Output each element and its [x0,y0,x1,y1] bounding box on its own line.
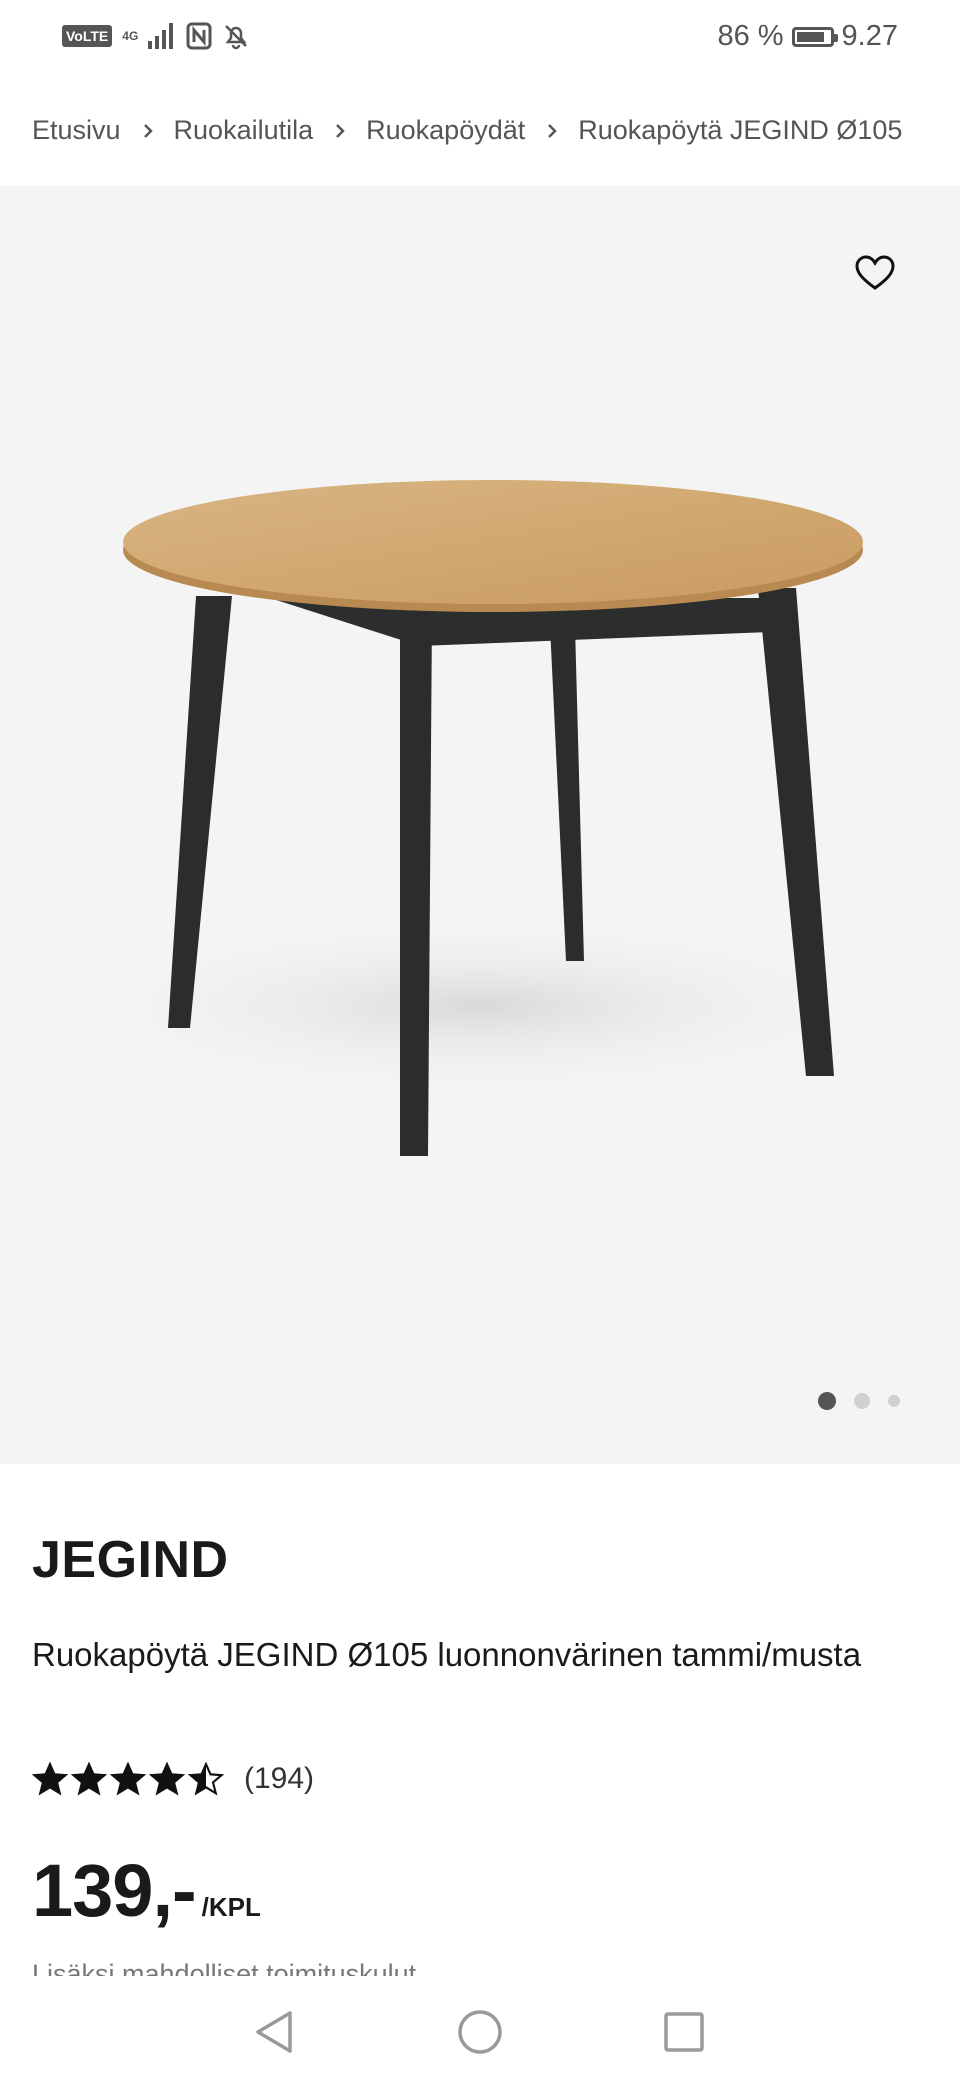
review-count: (194) [244,1762,315,1795]
star-filled-icon [71,1762,107,1796]
nav-recent-button[interactable] [656,2004,712,2060]
chevron-right-icon [142,122,154,140]
circle-home-icon [458,2010,502,2054]
network-type-label: 4G [122,29,139,43]
triangle-back-icon [256,2011,292,2053]
chevron-right-icon [546,122,558,140]
battery-percent: 86 % [717,20,784,52]
favorite-button[interactable] [850,248,900,298]
star-half-icon [188,1762,224,1796]
clock: 9.27 [841,20,898,52]
signal-icon [148,23,174,49]
gallery-dot[interactable] [888,1395,900,1407]
delivery-note: Lisäksi mahdolliset toimituskulut [32,1959,417,1976]
battery-icon [791,26,838,47]
gallery-pagination[interactable] [818,1392,900,1410]
mute-bell-icon [225,25,248,50]
breadcrumb-dining-area[interactable]: Ruokailutila [174,115,314,146]
status-left: VoLTE 4G [62,22,250,50]
heart-icon [855,255,895,290]
status-right: 86 % 9.27 [717,20,898,53]
status-bar: VoLTE 4G 86 % 9.27 [0,0,960,80]
rating-stars [32,1762,224,1796]
price-amount: 139,- [32,1849,197,1932]
system-nav-bar [0,1984,960,2080]
breadcrumb-home[interactable]: Etusivu [32,115,121,146]
product-name: Ruokapöytä JEGIND Ø105 luonnonvärinen ta… [32,1636,862,1673]
price-unit: /KPL [201,1892,261,1922]
chevron-right-icon [334,122,346,140]
gallery-dot[interactable] [854,1393,870,1409]
nfc-icon [186,22,212,50]
product-brand: JEGIND [32,1531,229,1589]
volte-icon: VoLTE [62,25,113,47]
nav-home-button[interactable] [452,2004,508,2060]
square-recent-icon [664,2012,704,2052]
product-image-gallery[interactable] [0,186,960,1464]
star-filled-icon [110,1762,146,1796]
star-filled-icon [32,1762,68,1796]
nav-back-button[interactable] [246,2004,302,2060]
breadcrumb-dining-tables[interactable]: Ruokapöydät [366,115,525,146]
breadcrumb-current[interactable]: Ruokapöytä JEGIND Ø105 [578,115,902,146]
gallery-dot[interactable] [818,1392,836,1410]
breadcrumb: Etusivu Ruokailutila Ruokapöydät Ruokapö… [32,115,902,146]
product-rating[interactable]: (194) [32,1762,314,1796]
product-price: 139,- /KPL [32,1848,261,1933]
product-image [60,480,900,1156]
star-filled-icon [149,1762,185,1796]
